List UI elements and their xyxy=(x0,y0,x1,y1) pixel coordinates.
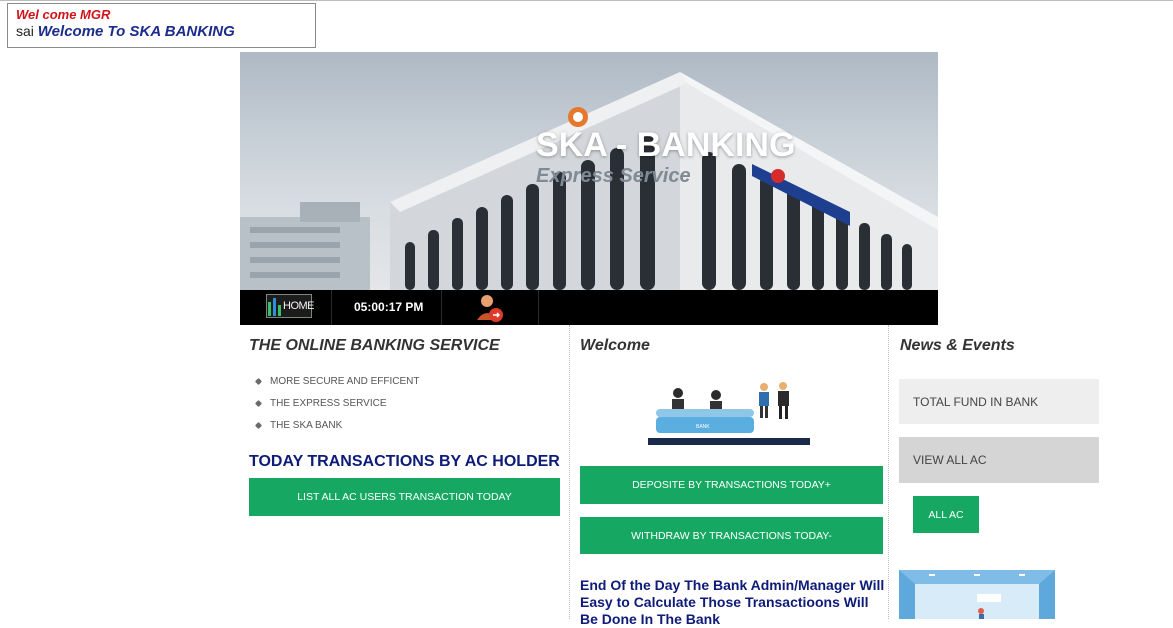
bank-counter-illustration: BANK xyxy=(648,382,810,445)
list-transactions-button[interactable]: LIST ALL AC USERS TRANSACTION TODAY xyxy=(249,478,560,516)
welcome-section: Welcome BANK DEPOSITE BY TRANSACTIONS TO… xyxy=(569,325,889,627)
online-banking-section: THE ONLINE BANKING SERVICE MORE SECURE A… xyxy=(240,325,569,619)
bullet-icon xyxy=(254,399,263,408)
welcome-box: Wel come MGR sai Welcome To SKA BANKING xyxy=(7,3,316,48)
online-banking-title: THE ONLINE BANKING SERVICE xyxy=(249,337,500,354)
deposit-transactions-button[interactable]: DEPOSITE BY TRANSACTIONS TODAY+ xyxy=(580,466,883,504)
banner: SKA - BANKING Express Service xyxy=(240,52,938,290)
clock-time: 05:00:17 PM xyxy=(354,300,424,314)
home-button[interactable]: HOME xyxy=(240,290,332,325)
bank-interior-illustration xyxy=(899,570,1055,619)
clock: 05:00:17 PM xyxy=(332,290,442,325)
welcome-line: sai Welcome To SKA BANKING xyxy=(16,22,307,41)
welcome-role-text: Wel come MGR xyxy=(16,7,111,22)
user-name: sai xyxy=(16,23,34,39)
news-events-title: News & Events xyxy=(900,337,1015,354)
total-fund-link[interactable]: TOTAL FUND IN BANK xyxy=(899,379,1099,424)
home-icon: HOME xyxy=(266,294,315,318)
list-item: MORE SECURE AND EFFICENT xyxy=(254,375,419,397)
list-item: THE EXPRESS SERVICE xyxy=(254,397,419,419)
transactions-heading: TODAY TRANSACTIONS BY AC HOLDER xyxy=(249,453,560,470)
bullet-icon xyxy=(254,377,263,386)
welcome-title: Welcome xyxy=(580,337,650,354)
features-list: MORE SECURE AND EFFICENT THE EXPRESS SER… xyxy=(254,375,419,441)
logout-user-icon xyxy=(477,295,503,322)
withdraw-transactions-button[interactable]: WITHDRAW BY TRANSACTIONS TODAY- xyxy=(580,517,883,554)
top-border xyxy=(0,0,1173,1)
bullet-icon xyxy=(254,421,263,430)
view-all-ac-link[interactable]: VIEW ALL AC xyxy=(899,437,1099,483)
welcome-message: Welcome To SKA BANKING xyxy=(37,23,235,40)
banner-subtitle: Express Service xyxy=(536,165,691,187)
toolbar: HOME 05:00:17 PM xyxy=(240,290,938,325)
news-events-section: News & Events TOTAL FUND IN BANK VIEW AL… xyxy=(889,325,1173,619)
end-of-day-text: End Of the Day The Bank Admin/Manager Wi… xyxy=(580,577,885,627)
banner-title: SKA - BANKING xyxy=(536,126,796,164)
bank-sign-text: BANK xyxy=(696,424,710,430)
list-item: THE SKA BANK xyxy=(254,419,419,441)
logout-button[interactable] xyxy=(442,290,539,325)
all-ac-button[interactable]: ALL AC xyxy=(913,496,979,533)
home-label: HOME xyxy=(283,300,315,312)
